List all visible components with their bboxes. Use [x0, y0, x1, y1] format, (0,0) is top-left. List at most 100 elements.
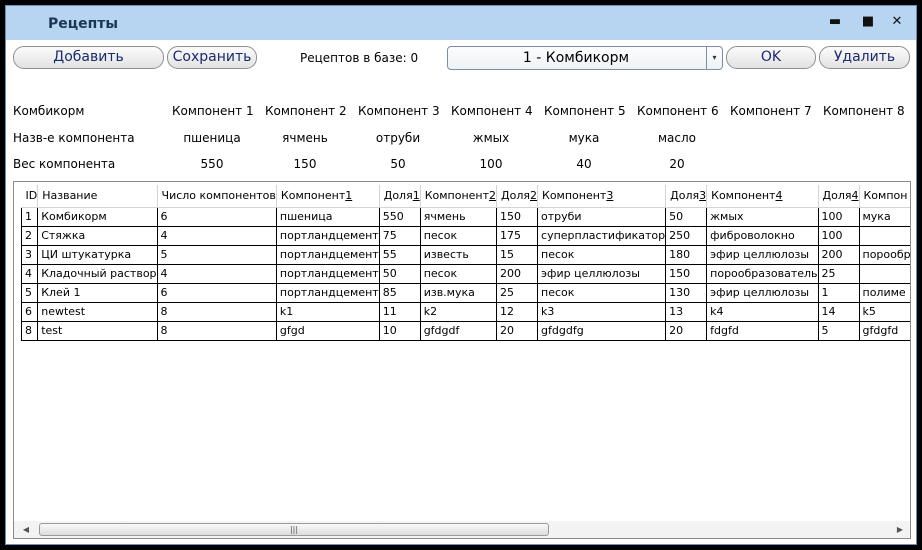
table-cell[interactable]: 3 — [20, 244, 39, 265]
table-cell[interactable]: 25 — [817, 263, 860, 284]
table-cell[interactable]: 250 — [665, 225, 708, 246]
table-cell[interactable]: изв.мука — [419, 282, 498, 303]
ok-button[interactable]: OK — [726, 46, 816, 69]
column-header-id[interactable]: ID — [21, 185, 39, 208]
table-cell[interactable]: 2 — [20, 225, 39, 246]
table-cell[interactable]: test — [37, 320, 158, 341]
table-cell[interactable]: 180 — [665, 244, 708, 265]
table-cell[interactable]: Комбикорм — [37, 206, 158, 227]
table-cell[interactable]: пшеница — [275, 206, 380, 227]
table-cell[interactable]: полиме — [858, 282, 910, 303]
column-header-component3[interactable]: Компонент3 — [537, 185, 667, 208]
table-cell[interactable]: k5 — [858, 301, 910, 322]
table-cell[interactable]: 130 — [665, 282, 708, 303]
table-cell[interactable]: 5 — [817, 320, 860, 341]
table-cell[interactable]: Стяжка — [37, 225, 158, 246]
column-header-share2[interactable]: Доля2 — [496, 185, 539, 208]
table-cell[interactable]: 75 — [378, 225, 421, 246]
table-cell[interactable] — [858, 225, 910, 246]
column-header-component1[interactable]: Компонент1 — [276, 185, 380, 208]
chevron-down-icon[interactable]: ▾ — [706, 47, 722, 69]
table-cell[interactable]: 50 — [665, 206, 708, 227]
table-row[interactable]: 6 newtest 8 k1 11 k2 12 k3 13 k4 14 k5 — [20, 301, 910, 322]
table-cell[interactable]: fdgfd — [706, 320, 819, 341]
table-cell[interactable]: суперпластификатор — [537, 225, 667, 246]
table-cell[interactable]: песок — [419, 225, 498, 246]
scroll-left-icon[interactable]: ◀ — [18, 521, 34, 538]
table-cell[interactable]: 6 — [156, 206, 277, 227]
table-cell[interactable]: 550 — [378, 206, 421, 227]
recipes-grid[interactable]: ID Название Число компонентов Компонент1… — [13, 181, 911, 539]
table-cell[interactable]: gfgd — [275, 320, 380, 341]
table-cell[interactable]: ячмень — [419, 206, 498, 227]
table-cell[interactable]: отруби — [537, 206, 667, 227]
horizontal-scrollbar[interactable]: ◀ ||| ▶ — [14, 521, 910, 538]
scroll-right-icon[interactable]: ▶ — [892, 521, 908, 538]
table-cell[interactable] — [858, 263, 910, 284]
table-cell[interactable]: 6 — [156, 282, 277, 303]
maximize-icon[interactable]: ■ — [857, 12, 879, 32]
table-cell[interactable]: 200 — [817, 244, 860, 265]
table-cell[interactable]: 15 — [496, 244, 539, 265]
table-cell[interactable]: 55 — [378, 244, 421, 265]
table-cell[interactable]: 150 — [496, 206, 539, 227]
recipe-select[interactable]: 1 - Комбикорм ▾ — [447, 46, 723, 70]
table-cell[interactable]: порообр — [858, 244, 910, 265]
table-row[interactable]: 5 Клей 1 6 портландцемент 85 изв.мука 25 песок 1… — [20, 282, 910, 303]
table-cell[interactable]: k1 — [275, 301, 380, 322]
table-cell[interactable]: жмых — [706, 206, 819, 227]
table-cell[interactable]: 150 — [665, 263, 708, 284]
table-cell[interactable]: Кладочный раствор — [37, 263, 158, 284]
table-row[interactable]: 2 Стяжка 4 портландцемент 75 песок 175 суперпла… — [20, 225, 910, 246]
table-cell[interactable]: портландцемент — [275, 263, 380, 284]
table-cell[interactable]: эфир целлюлозы — [537, 263, 667, 284]
table-cell[interactable]: 1 — [20, 206, 39, 227]
table-cell[interactable]: 6 — [20, 301, 39, 322]
title-bar[interactable]: Рецепты ▬ ■ ✕ — [6, 6, 916, 40]
table-cell[interactable]: 14 — [817, 301, 860, 322]
table-cell[interactable]: песок — [419, 263, 498, 284]
table-cell[interactable]: 4 — [20, 263, 39, 284]
table-cell[interactable]: 175 — [496, 225, 539, 246]
table-cell[interactable]: 20 — [496, 320, 539, 341]
table-cell[interactable]: k3 — [537, 301, 667, 322]
table-cell[interactable]: 200 — [496, 263, 539, 284]
delete-button[interactable]: Удалить — [819, 46, 910, 69]
table-cell[interactable]: эфир целлюлозы — [706, 282, 819, 303]
table-cell[interactable]: ЦИ штукатурка — [37, 244, 158, 265]
table-cell[interactable]: 10 — [378, 320, 421, 341]
table-cell[interactable]: фиброволокно — [706, 225, 819, 246]
column-header-component5[interactable]: Компон — [859, 185, 910, 208]
table-cell[interactable]: k2 — [419, 301, 498, 322]
table-cell[interactable]: 100 — [817, 225, 860, 246]
table-cell[interactable]: k4 — [706, 301, 819, 322]
table-cell[interactable]: 8 — [156, 301, 277, 322]
table-cell[interactable]: gfdgdfg — [537, 320, 667, 341]
table-cell[interactable]: песок — [537, 282, 667, 303]
table-cell[interactable]: 13 — [665, 301, 708, 322]
save-button[interactable]: Сохранить — [167, 46, 257, 69]
column-header-count[interactable]: Число компонентов — [157, 185, 277, 208]
table-cell[interactable]: 8 — [156, 320, 277, 341]
column-header-share3[interactable]: Доля3 — [665, 185, 708, 208]
column-header-share1[interactable]: Доля1 — [379, 185, 421, 208]
close-icon[interactable]: ✕ — [886, 12, 908, 32]
table-cell[interactable]: 50 — [378, 263, 421, 284]
table-cell[interactable]: портландцемент — [275, 282, 380, 303]
table-cell[interactable]: эфир целлюлозы — [706, 244, 819, 265]
table-cell[interactable]: gfdgdf — [419, 320, 498, 341]
column-header-component4[interactable]: Компонент4 — [706, 185, 819, 208]
table-cell[interactable]: 85 — [378, 282, 421, 303]
table-cell[interactable]: 1 — [817, 282, 860, 303]
column-header-share4[interactable]: Доля4 — [818, 185, 860, 208]
table-row[interactable]: 8 test 8 gfgd 10 gfdgdf 20 gfdgdfg 20 fdgfd 5 gfdgf… — [20, 320, 910, 341]
table-cell[interactable]: 100 — [817, 206, 860, 227]
table-cell[interactable]: 4 — [156, 225, 277, 246]
table-cell[interactable]: 11 — [378, 301, 421, 322]
table-row[interactable]: 1 Комбикорм 6 пшеница 550 ячмень 150 отруби 50 жм… — [20, 206, 910, 227]
table-cell[interactable]: известь — [419, 244, 498, 265]
table-cell[interactable]: Клей 1 — [37, 282, 158, 303]
scroll-thumb[interactable]: ||| — [39, 523, 549, 536]
table-cell[interactable]: 5 — [156, 244, 277, 265]
table-cell[interactable]: 5 — [20, 282, 39, 303]
